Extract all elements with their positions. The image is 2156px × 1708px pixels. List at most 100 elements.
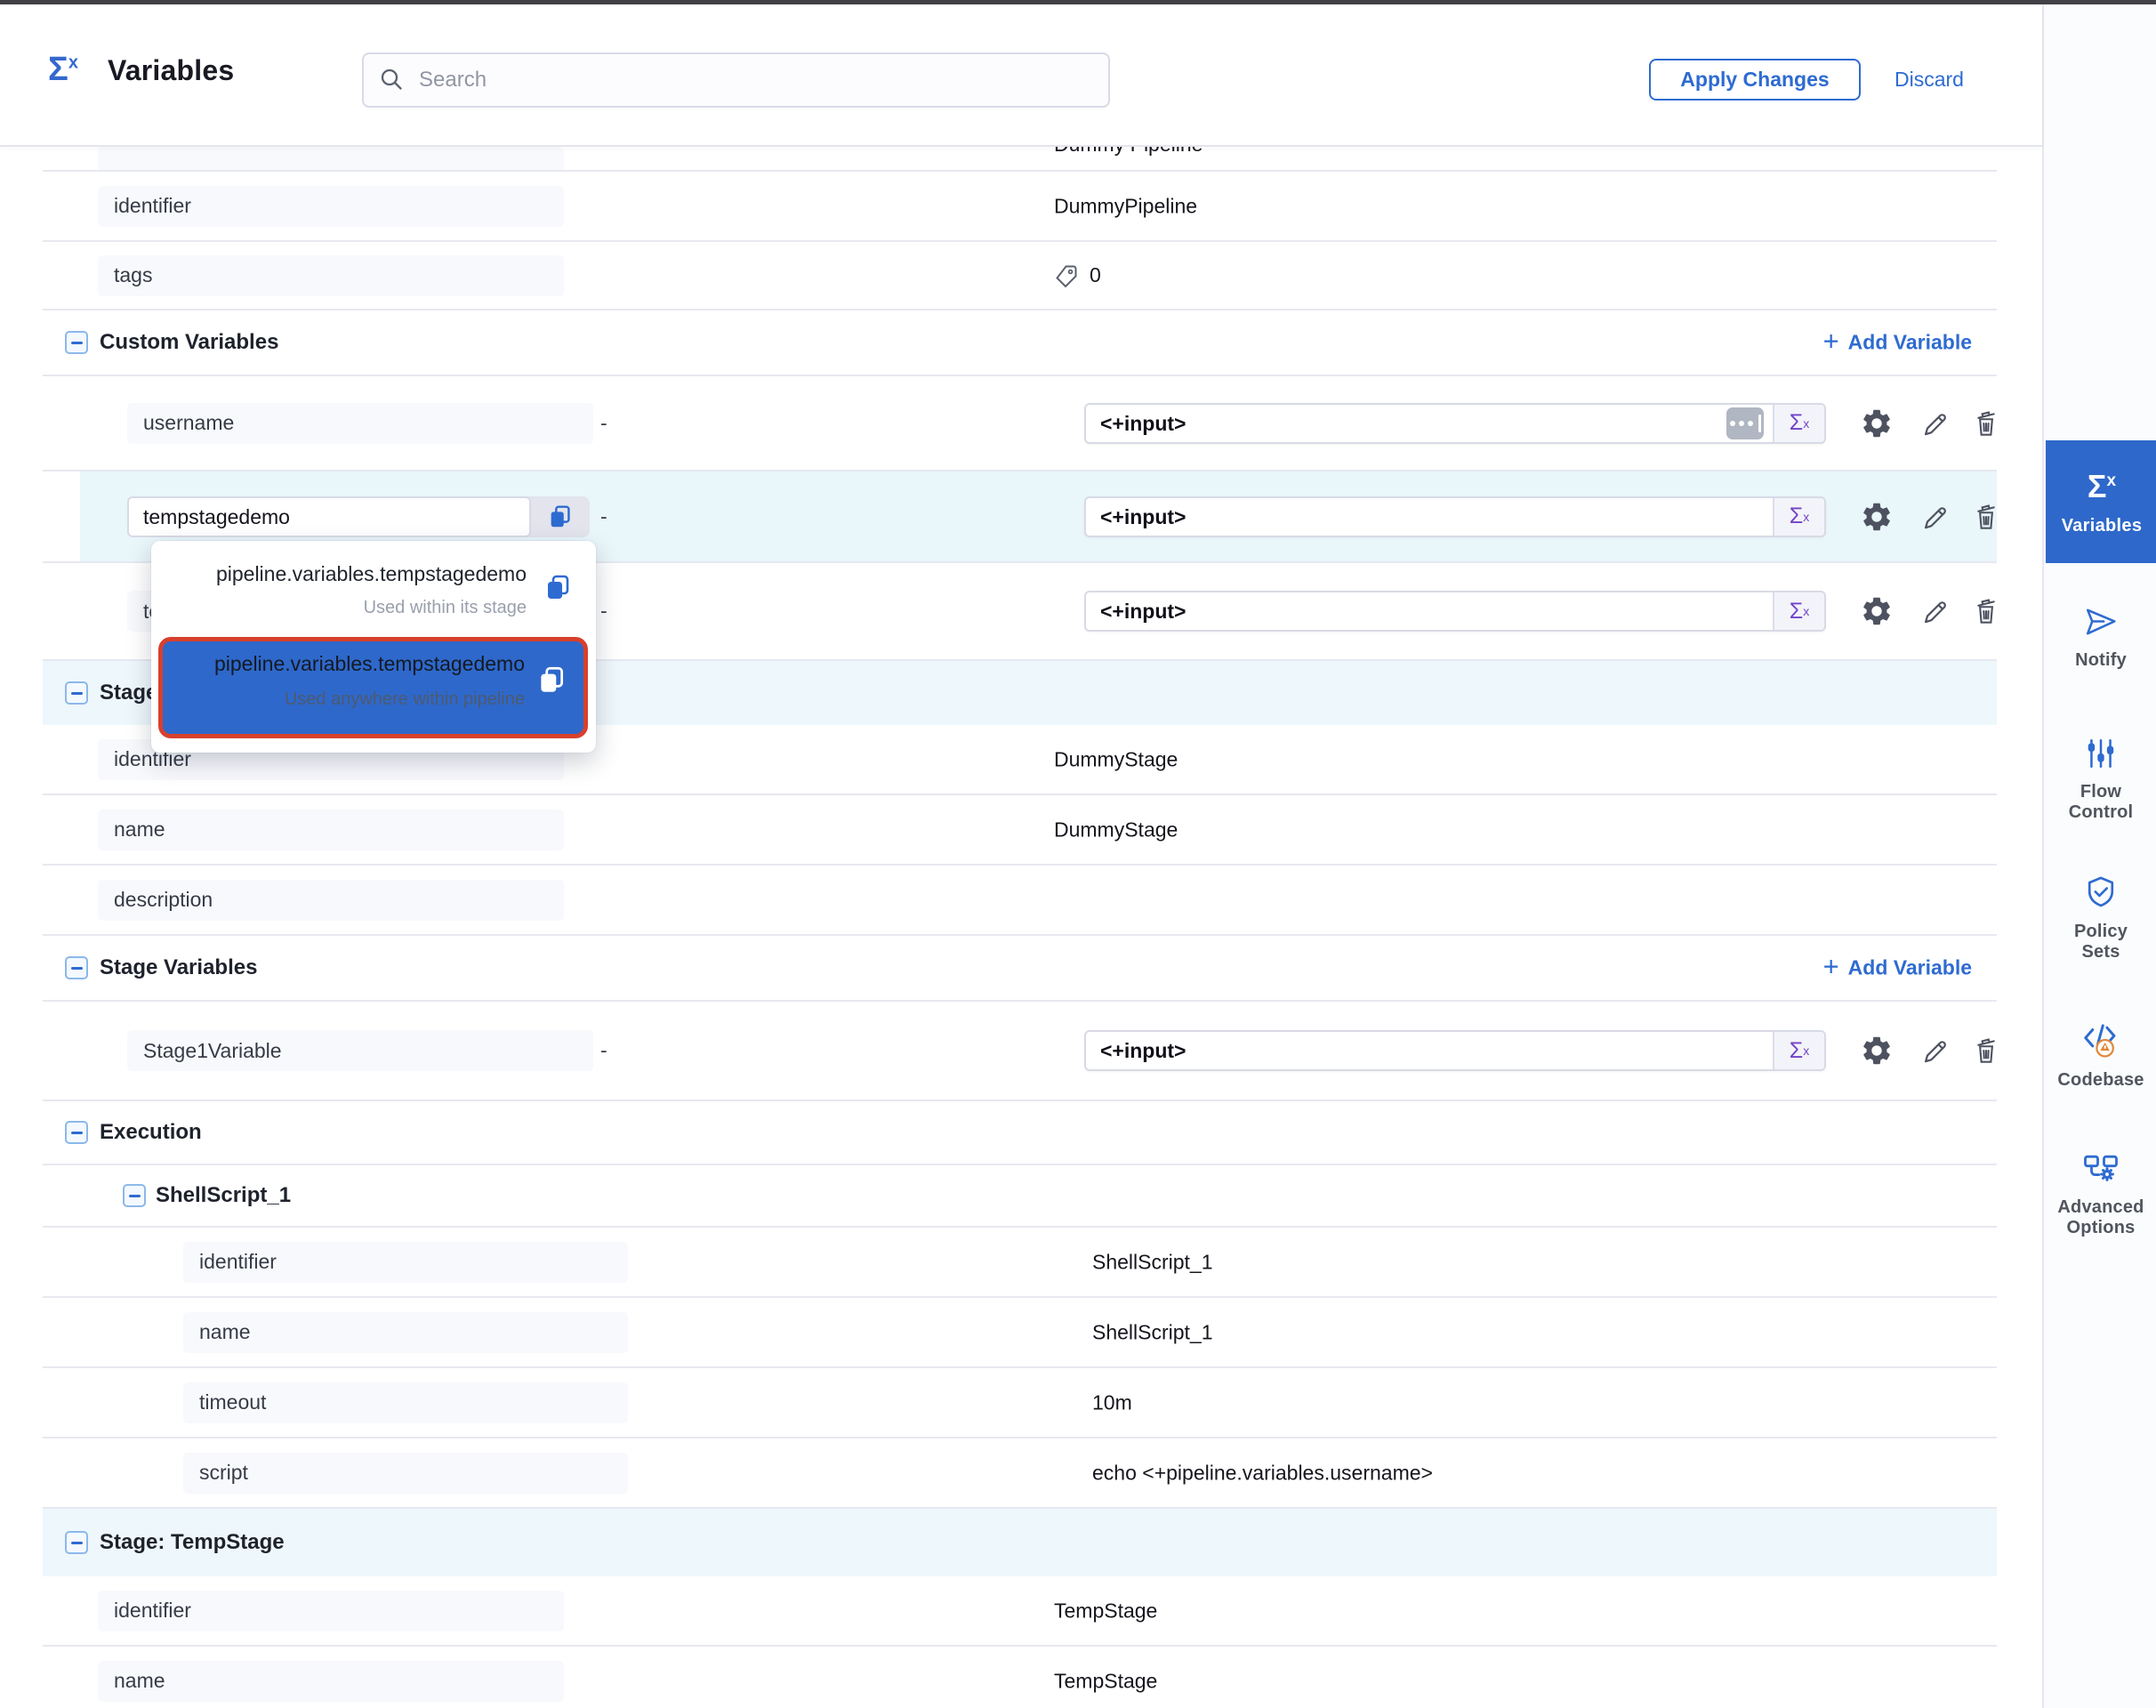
code-warning-icon <box>2080 1021 2121 1059</box>
edit-variable-button[interactable] <box>1916 500 1950 534</box>
copy-icon[interactable] <box>543 573 573 603</box>
variable-settings-button[interactable] <box>1860 594 1894 628</box>
field-value: TempStage <box>1054 1599 1157 1623</box>
sidebar-item-policy-sets[interactable]: Policy Sets <box>2046 874 2156 963</box>
variable-value-input[interactable]: <+input> Σx <box>1084 403 1826 444</box>
runtime-input-type-button[interactable]: Σx <box>1773 498 1824 536</box>
variable-value-input[interactable]: <+input> Σx <box>1084 591 1826 632</box>
search-icon <box>378 66 406 94</box>
section-title: Stage Variables <box>100 955 257 980</box>
input-settings-badge[interactable] <box>1726 407 1764 439</box>
table-row-step-timeout: timeout 10m <box>43 1368 1997 1438</box>
table-row-pipeline-tags: tags 0 <box>43 242 1997 310</box>
section-execution: Execution <box>43 1101 1997 1165</box>
variable-description: - <box>600 411 607 435</box>
sidebar-item-notify[interactable]: Notify <box>2046 605 2156 671</box>
edit-variable-button[interactable] <box>1916 594 1950 628</box>
field-value: ShellScript_1 <box>1092 1250 1213 1274</box>
section-stage-variables: Stage Variables + Add Variable <box>43 936 1997 1002</box>
field-name-pill: identifier <box>98 186 564 227</box>
page-header: Σx Variables Apply Changes Discard <box>0 4 2042 147</box>
sidebar-item-flow-control[interactable]: Flow Control <box>2046 737 2156 823</box>
delete-variable-button[interactable] <box>1969 1034 2003 1068</box>
variable-row-stage1variable: Stage1Variable - <+input> Σx <box>43 1002 1997 1101</box>
delete-variable-button[interactable] <box>1969 594 2003 628</box>
runtime-input-type-button[interactable]: Σx <box>1773 1032 1824 1069</box>
section-stage-tempstage: Stage: TempStage <box>43 1509 1997 1576</box>
variable-description: - <box>600 1039 607 1063</box>
collapse-minus-icon[interactable] <box>65 1121 88 1144</box>
field-value: ShellScript_1 <box>1092 1320 1213 1344</box>
collapse-minus-icon[interactable] <box>65 331 88 354</box>
variable-settings-button[interactable] <box>1860 500 1894 534</box>
table-row-partial: Dummy Pipeline <box>43 147 1997 172</box>
reference-scoped-text[interactable]: pipeline.variables.tempstagedemo <box>216 562 527 586</box>
reference-scoped-hint: Used within its stage <box>364 598 527 618</box>
sigma-x-logo-icon: Σx <box>48 51 78 89</box>
table-row-stage-name: name DummyStage <box>43 795 1997 866</box>
variable-description: - <box>600 504 607 528</box>
add-variable-button[interactable]: + Add Variable <box>1823 956 1972 980</box>
tags-count: 0 <box>1090 263 1101 287</box>
runtime-input-type-button[interactable]: Σx <box>1773 592 1824 630</box>
section-title: ShellScript_1 <box>156 1183 291 1208</box>
shield-check-icon <box>2083 874 2119 910</box>
discard-button[interactable]: Discard <box>1895 68 1964 92</box>
edit-variable-button[interactable] <box>1916 407 1950 440</box>
search-field <box>362 52 1110 108</box>
collapse-minus-icon[interactable] <box>65 1531 88 1554</box>
field-value: TempStage <box>1054 1669 1157 1693</box>
field-name-pill: description <box>98 880 564 921</box>
delete-variable-button[interactable] <box>1969 407 2003 440</box>
delete-variable-button[interactable] <box>1969 500 2003 534</box>
variable-name-input[interactable]: tempstagedemo <box>127 496 531 537</box>
section-title: Execution <box>100 1120 202 1145</box>
sidebar-item-advanced-options[interactable]: Advanced Options <box>2046 1150 2156 1238</box>
reference-pipeline-text: pipeline.variables.tempstagedemo <box>214 652 525 676</box>
field-value: Dummy Pipeline <box>1054 147 1203 157</box>
field-name-pill: identifier <box>98 1591 564 1631</box>
edit-variable-button[interactable] <box>1916 1034 1950 1068</box>
right-sidebar: Σx Variables Notify Flow Control <box>2042 4 2156 1708</box>
sidebar-item-label: Policy Sets <box>2058 922 2144 963</box>
section-custom-variables: Custom Variables + Add Variable <box>43 310 1997 376</box>
runtime-input-type-button[interactable]: Σx <box>1773 405 1824 442</box>
field-name-pill: tags <box>98 255 564 296</box>
reference-pipeline-hint: Used anywhere within pipeline <box>285 689 525 710</box>
collapse-minus-icon[interactable] <box>123 1184 146 1207</box>
copy-variable-button[interactable] <box>531 496 590 537</box>
table-row-tempstage-identifier: identifier TempStage <box>43 1576 1997 1647</box>
field-value: DummyStage <box>1054 818 1178 842</box>
sigma-x-icon: Σx <box>2088 468 2116 505</box>
table-row-stage-description: description <box>43 866 1997 936</box>
sidebar-item-label: Variables <box>2062 516 2143 536</box>
variable-description: - <box>600 600 607 624</box>
variable-name-editor: tempstagedemo <box>127 496 590 537</box>
reference-pipeline-option-selected[interactable]: pipeline.variables.tempstagedemo Used an… <box>158 637 588 738</box>
add-variable-button[interactable]: + Add Variable <box>1823 331 1972 355</box>
search-input[interactable] <box>362 52 1110 108</box>
variable-value-input[interactable]: <+input> Σx <box>1084 1030 1826 1071</box>
sidebar-item-codebase[interactable]: Codebase <box>2046 1021 2156 1091</box>
plus-icon: + <box>1823 331 1839 352</box>
sidebar-item-label: Advanced Options <box>2052 1197 2150 1238</box>
apply-changes-button[interactable]: Apply Changes <box>1649 59 1861 101</box>
field-value: 10m <box>1092 1390 1132 1414</box>
tags-value: 0 <box>1054 262 1101 289</box>
variable-name-pill: Stage1Variable <box>127 1030 593 1071</box>
field-name-pill: name <box>183 1312 628 1353</box>
collapse-minus-icon[interactable] <box>65 956 88 979</box>
field-name-pill: script <box>183 1453 628 1494</box>
flowchart-gear-icon <box>2082 1150 2120 1186</box>
section-shellscript-1: ShellScript_1 <box>43 1165 1997 1228</box>
variable-settings-button[interactable] <box>1860 1034 1894 1068</box>
variable-settings-button[interactable] <box>1860 407 1894 440</box>
sidebar-item-variables[interactable]: Σx Variables <box>2046 440 2156 563</box>
field-value: DummyPipeline <box>1054 194 1197 218</box>
tag-icon <box>1054 262 1081 289</box>
copy-icon[interactable] <box>535 665 567 697</box>
field-name-pill: timeout <box>183 1382 628 1423</box>
variable-value-input[interactable]: <+input> Σx <box>1084 496 1826 537</box>
collapse-minus-icon[interactable] <box>65 681 88 705</box>
plus-icon: + <box>1823 956 1839 978</box>
